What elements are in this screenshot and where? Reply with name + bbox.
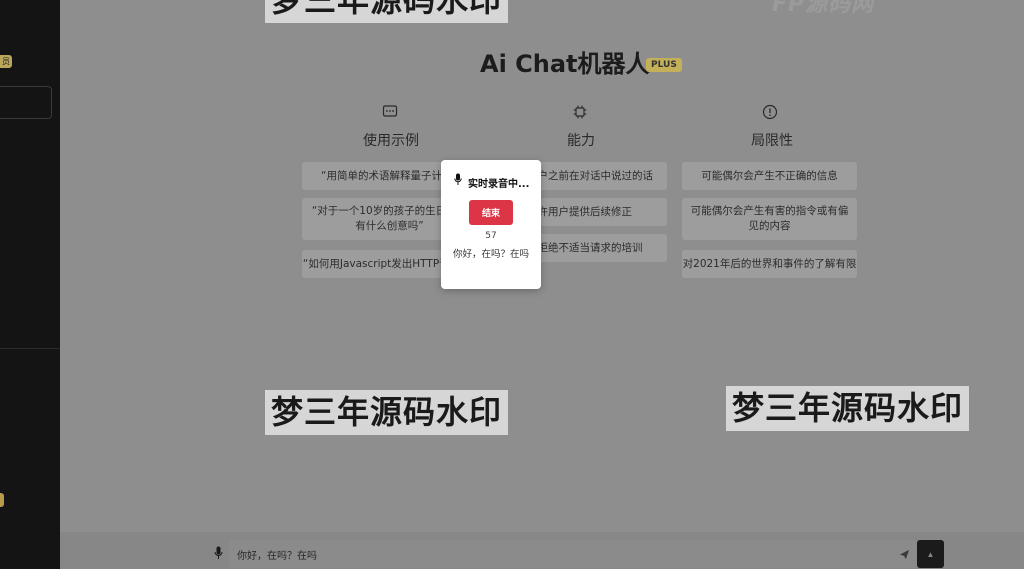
watermark-text: 梦三年源码水印	[726, 386, 970, 431]
chat-bubble-icon	[382, 105, 398, 117]
recording-title: 实时录音中...	[468, 179, 530, 190]
plus-badge: PLUS	[646, 58, 682, 72]
limitation-card: 对2021年后的世界和事件的了解有限	[682, 250, 857, 278]
column-heading-examples: 使用示例	[363, 133, 419, 149]
scroll-top-button[interactable]: ▲	[917, 540, 944, 568]
watermark-text: 梦三年源码水印	[265, 390, 509, 435]
recording-counter: 57	[485, 231, 497, 241]
recording-transcript: 你好，在吗？在吗	[453, 249, 530, 260]
column-heading-limitations: 局限性	[751, 133, 793, 149]
recording-modal: 实时录音中... 结束 57 你好，在吗？在吗	[441, 160, 541, 289]
sidebar-search-box[interactable]	[0, 86, 52, 119]
sidebar-badge-small	[0, 493, 4, 507]
chevron-up-icon: ▲	[926, 549, 935, 559]
sidebar-divider	[0, 348, 60, 349]
microphone-icon	[454, 173, 462, 185]
chat-input[interactable]	[229, 540, 917, 568]
column-heading-capabilities: 能力	[567, 133, 595, 149]
limitation-card: 可能偶尔会产生不正确的信息	[682, 162, 857, 190]
main-area	[60, 0, 1024, 569]
corner-watermark: FP源码网	[772, 0, 875, 17]
watermark-text: 梦三年源码水印	[265, 0, 509, 23]
chip-icon	[573, 105, 587, 119]
sidebar: 员	[0, 0, 60, 569]
send-icon[interactable]	[899, 549, 910, 560]
microphone-icon[interactable]	[214, 546, 223, 560]
end-recording-button[interactable]: 结束	[469, 200, 513, 225]
page-title: Ai Chat机器人	[480, 50, 650, 78]
sidebar-badge: 员	[0, 55, 12, 68]
limitation-card: 可能偶尔会产生有害的指令或有偏见的内容	[682, 198, 857, 240]
warning-circle-icon	[762, 104, 778, 120]
